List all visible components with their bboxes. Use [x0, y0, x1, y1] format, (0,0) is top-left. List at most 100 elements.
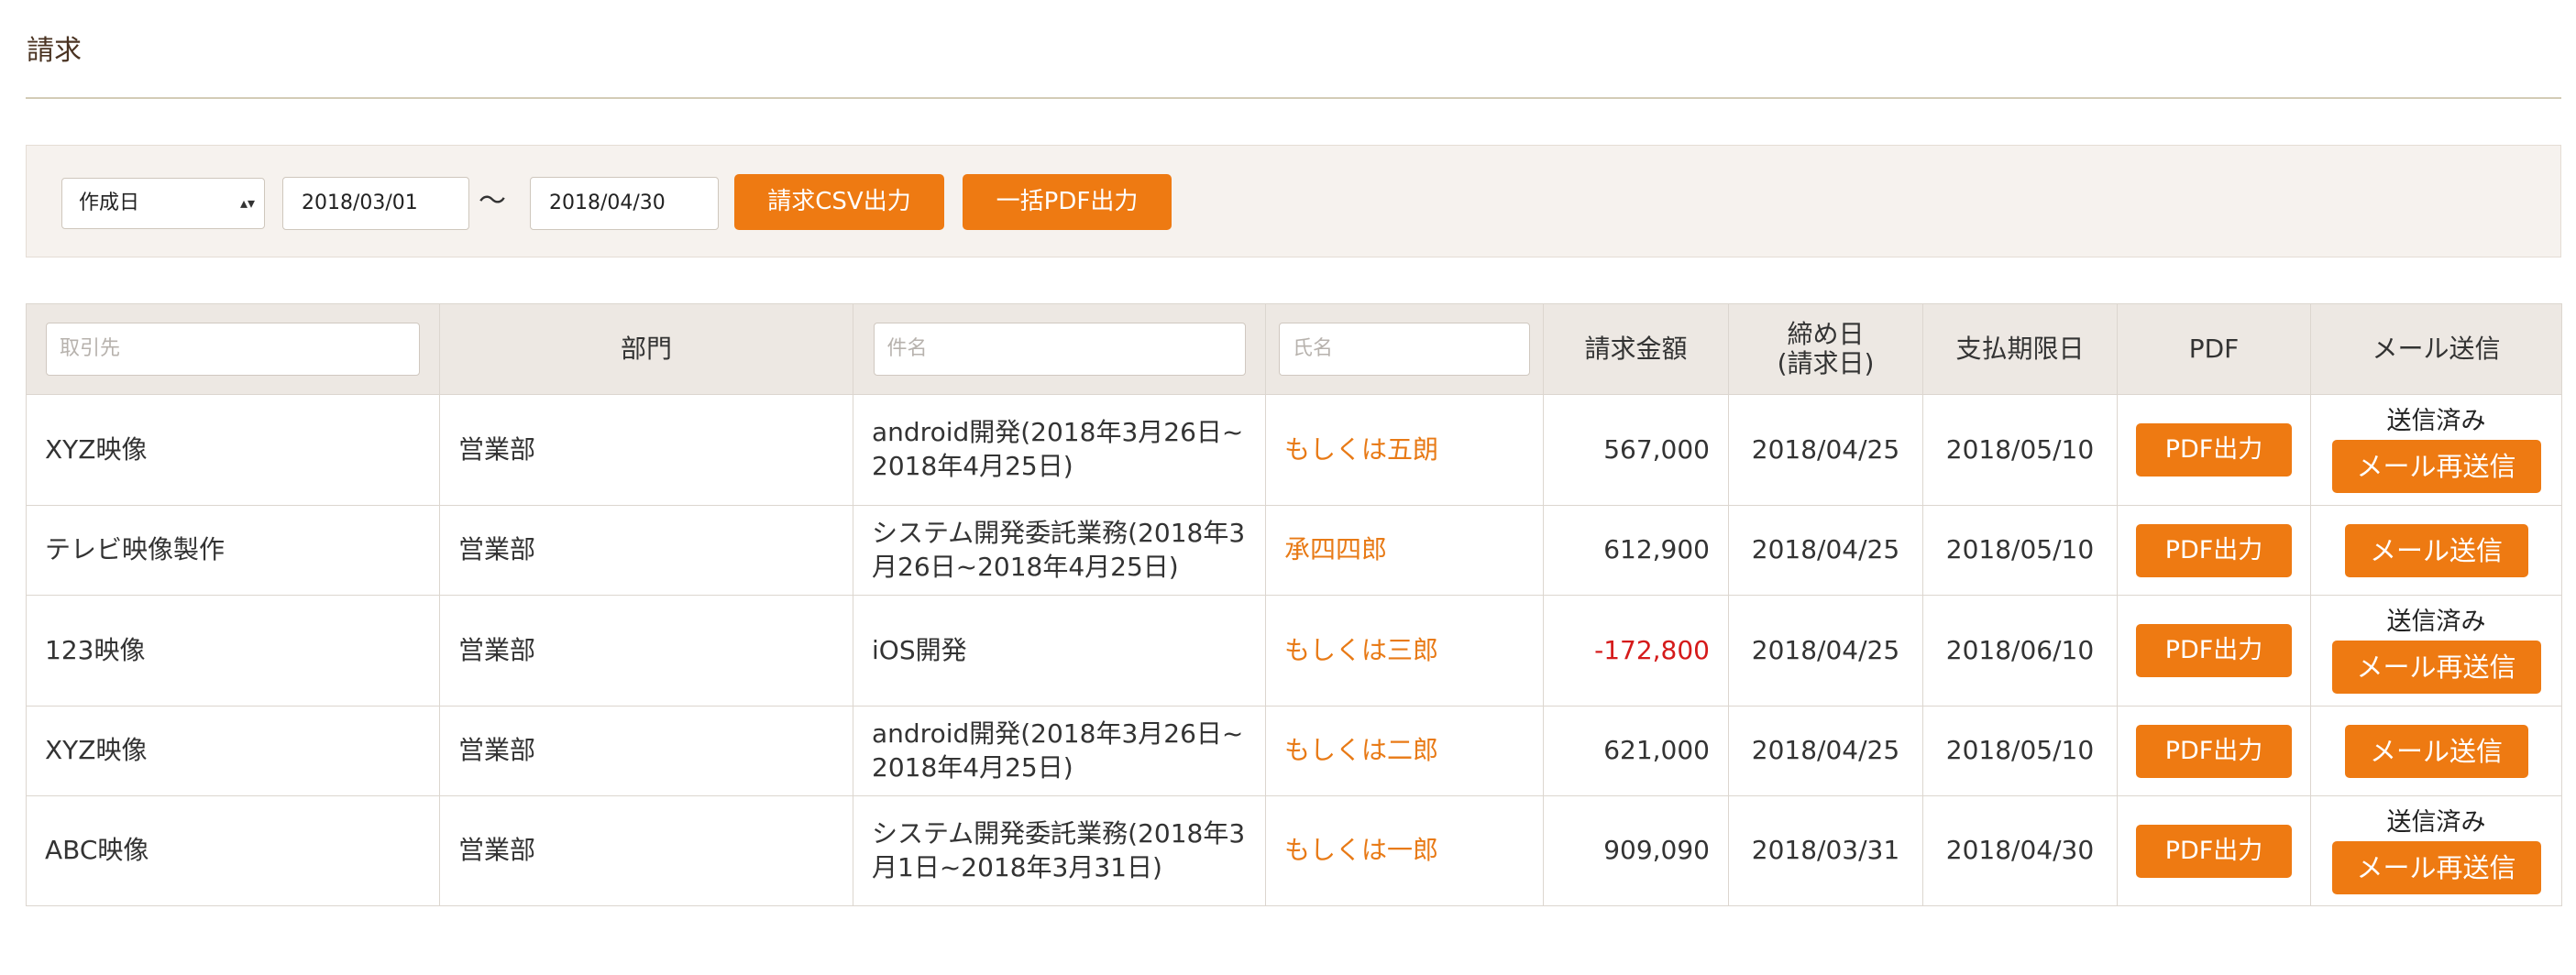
due-date-cell: 2018/04/30: [1922, 795, 2118, 906]
table-row: テレビ映像製作 営業部 システム開発委託業務(2018年3 月26日~2018年4…: [26, 505, 2562, 596]
subject-line: 2018年4月25日): [872, 451, 1073, 481]
client-cell: XYZ映像: [26, 394, 440, 506]
date-type-select[interactable]: 作成日 ▴▾: [61, 178, 265, 229]
amount-cell: 621,000: [1543, 706, 1729, 796]
subject-header: 件名: [853, 303, 1266, 395]
title-divider: [26, 97, 2561, 99]
subject-cell: android開発(2018年3月26日~ 2018年4月25日): [853, 706, 1266, 796]
amount-cell: 612,900: [1543, 505, 1729, 596]
pdf-cell: PDF出力: [2117, 505, 2311, 596]
subject-line: 月26日~2018年4月25日): [872, 551, 1179, 582]
client-cell: ABC映像: [26, 795, 440, 906]
invoice-table: 取引先 部門 件名 氏名 請求金額 締め日 (請求日) 支払期限日 PDF メー…: [26, 303, 2562, 906]
amount-cell: 909,090: [1543, 795, 1729, 906]
subject-line: 2018年4月25日): [872, 751, 1073, 783]
department-cell: 営業部: [439, 505, 853, 596]
pdf-export-button[interactable]: PDF出力: [2136, 624, 2292, 677]
mail-cell: メール送信: [2310, 505, 2562, 596]
department-cell: 営業部: [439, 706, 853, 796]
pdf-cell: PDF出力: [2117, 795, 2311, 906]
table-row: XYZ映像 営業部 android開発(2018年3月26日~ 2018年4月25…: [26, 706, 2562, 796]
pdf-export-button[interactable]: PDF出力: [2136, 423, 2292, 477]
person-link[interactable]: もしくは五朗: [1265, 394, 1544, 506]
pdf-export-button[interactable]: PDF出力: [2136, 724, 2292, 778]
department-header: 部門: [439, 303, 853, 395]
subject-cell: システム開発委託業務(2018年3 月26日~2018年4月25日): [853, 505, 1266, 596]
client-filter-input[interactable]: 取引先: [46, 323, 420, 376]
date-type-select-value: 作成日: [79, 192, 140, 214]
table-header-row: 取引先 部門 件名 氏名 請求金額 締め日 (請求日) 支払期限日 PDF メー…: [26, 303, 2562, 395]
pdf-cell: PDF出力: [2117, 706, 2311, 796]
amount-header: 請求金額: [1543, 303, 1729, 395]
person-link[interactable]: もしくは二郎: [1265, 706, 1544, 796]
subject-cell: android開発(2018年3月26日~ 2018年4月25日): [853, 394, 1266, 506]
client-cell: XYZ映像: [26, 706, 440, 796]
amount-cell: -172,800: [1543, 595, 1729, 707]
mail-resend-button[interactable]: メール再送信: [2331, 440, 2541, 493]
mail-cell: 送信済みメール再送信: [2310, 595, 2562, 707]
pdf-export-button[interactable]: PDF出力: [2136, 824, 2292, 878]
subject-line: システム開発委託業務(2018年3: [872, 517, 1246, 548]
client-cell: テレビ映像製作: [26, 505, 440, 596]
closing-date-header-line2: (請求日): [1777, 348, 1875, 378]
due-date-header: 支払期限日: [1922, 303, 2118, 395]
mail-cell: 送信済みメール再送信: [2310, 394, 2562, 506]
filter-panel: 作成日 ▴▾ 2018/03/01 〜 2018/04/30 請求CSV出力 一…: [26, 145, 2561, 257]
pdf-cell: PDF出力: [2117, 394, 2311, 506]
closing-date-cell: 2018/03/31: [1728, 795, 1923, 906]
closing-date-cell: 2018/04/25: [1728, 595, 1923, 707]
closing-date-cell: 2018/04/25: [1728, 505, 1923, 596]
pdf-export-button[interactable]: PDF出力: [2136, 523, 2292, 577]
due-date-cell: 2018/05/10: [1922, 706, 2118, 796]
closing-date-cell: 2018/04/25: [1728, 706, 1923, 796]
pdf-header: PDF: [2117, 303, 2311, 395]
person-header: 氏名: [1265, 303, 1544, 395]
select-arrows-icon: ▴▾: [239, 194, 255, 212]
person-link[interactable]: もしくは三郎: [1265, 595, 1544, 707]
mail-send-button[interactable]: メール送信: [2344, 724, 2528, 778]
mail-resend-button[interactable]: メール再送信: [2331, 840, 2541, 894]
table-row: ABC映像 営業部 システム開発委託業務(2018年3 月1日~2018年3月31…: [26, 795, 2562, 906]
subject-line: android開発(2018年3月26日~: [872, 718, 1244, 749]
subject-line: android開発(2018年3月26日~: [872, 417, 1244, 448]
due-date-cell: 2018/05/10: [1922, 394, 2118, 506]
subject-line: システム開発委託業務(2018年3: [872, 817, 1246, 849]
department-cell: 営業部: [439, 595, 853, 707]
date-range-separator: 〜: [479, 185, 506, 217]
date-from-input[interactable]: 2018/03/01: [282, 177, 469, 230]
amount-cell: 567,000: [1543, 394, 1729, 506]
subject-cell: iOS開発: [853, 595, 1266, 707]
subject-line: 月1日~2018年3月31日): [872, 851, 1162, 882]
table-row: XYZ映像 営業部 android開発(2018年3月26日~ 2018年4月25…: [26, 394, 2562, 506]
mail-cell: メール送信: [2310, 706, 2562, 796]
page-title: 請求: [27, 35, 82, 67]
invoice-table-wrapper: 取引先 部門 件名 氏名 請求金額 締め日 (請求日) 支払期限日 PDF メー…: [26, 303, 2562, 906]
bulk-pdf-export-button[interactable]: 一括PDF出力: [963, 174, 1172, 230]
mail-status-label: 送信済み: [2386, 807, 2486, 837]
person-filter-input[interactable]: 氏名: [1279, 323, 1530, 376]
subject-cell: システム開発委託業務(2018年3 月1日~2018年3月31日): [853, 795, 1266, 906]
department-cell: 営業部: [439, 795, 853, 906]
subject-filter-input[interactable]: 件名: [873, 323, 1246, 376]
person-link[interactable]: 承四四郎: [1265, 505, 1544, 596]
department-cell: 営業部: [439, 394, 853, 506]
csv-export-button[interactable]: 請求CSV出力: [734, 174, 944, 230]
mail-status-label: 送信済み: [2386, 608, 2486, 636]
table-row: 123映像 営業部 iOS開発 もしくは三郎 -172,800 2018/04/…: [26, 595, 2562, 707]
closing-date-header-line1: 締め日: [1787, 318, 1865, 349]
mail-send-button[interactable]: メール送信: [2344, 523, 2528, 577]
subject-line: iOS開発: [872, 634, 967, 665]
mail-cell: 送信済み メール再送信: [2310, 795, 2562, 906]
mail-status-label: 送信済み: [2386, 407, 2486, 435]
due-date-cell: 2018/06/10: [1922, 595, 2118, 707]
client-cell: 123映像: [26, 595, 440, 707]
mail-resend-button[interactable]: メール再送信: [2331, 641, 2541, 694]
client-header: 取引先: [26, 303, 440, 395]
pdf-cell: PDF出力: [2117, 595, 2311, 707]
closing-date-cell: 2018/04/25: [1728, 394, 1923, 506]
date-to-input[interactable]: 2018/04/30: [530, 177, 719, 230]
due-date-cell: 2018/05/10: [1922, 505, 2118, 596]
person-link[interactable]: もしくは一郎: [1265, 795, 1544, 906]
closing-date-header: 締め日 (請求日): [1728, 303, 1923, 395]
mail-header: メール送信: [2310, 303, 2562, 395]
